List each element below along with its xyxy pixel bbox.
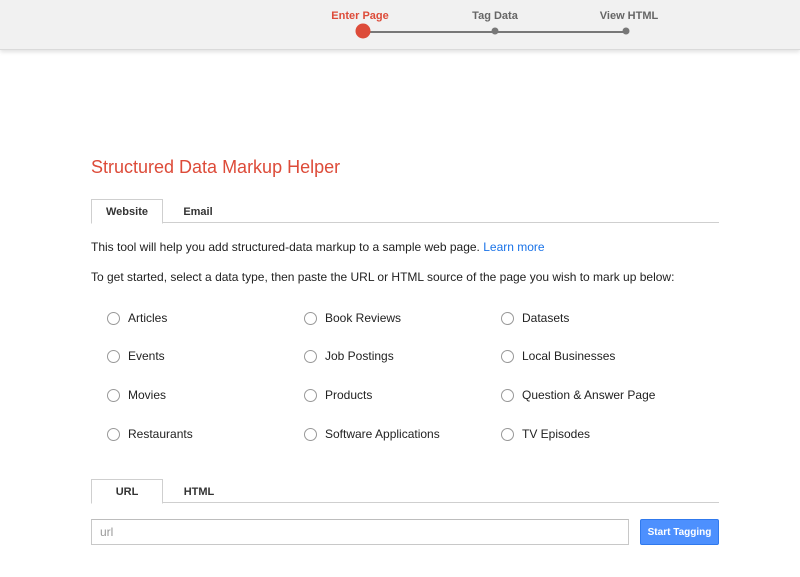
radio-label-restaurants: Restaurants [128,427,193,441]
radio-label-question-answer-page: Question & Answer Page [522,388,656,402]
radio-software-applications[interactable]: Software Applications [304,426,440,442]
start-tagging-button[interactable]: Start Tagging [640,519,719,545]
tab-url[interactable]: URL [91,479,163,504]
learn-more-link[interactable]: Learn more [483,240,544,254]
step-marker-enter-page [355,23,371,39]
radio-local-businesses[interactable]: Local Businesses [501,348,615,364]
radio-button-tv-episodes[interactable] [501,427,514,441]
radio-button-events[interactable] [107,349,120,363]
radio-products[interactable]: Products [304,387,372,403]
radio-label-events: Events [128,349,165,363]
progress-header: Enter Page Tag Data View HTML [0,0,800,50]
radio-button-software-applications[interactable] [304,427,317,441]
radio-button-question-answer-page[interactable] [501,388,514,402]
radio-movies[interactable]: Movies [107,387,166,403]
radio-label-movies: Movies [128,388,167,402]
instructions-text: To get started, select a data type, then… [91,270,675,284]
radio-events[interactable]: Events [107,348,165,364]
radio-label-book-reviews: Book Reviews [325,311,402,325]
tab-website[interactable]: Website [91,199,163,224]
radio-button-products[interactable] [304,388,317,402]
radio-articles[interactable]: Articles [107,310,167,326]
radio-label-articles: Articles [128,311,168,325]
radio-button-restaurants[interactable] [107,427,120,441]
radio-label-software-applications: Software Applications [325,427,440,441]
step-marker-view-html [622,27,630,35]
radio-label-local-businesses: Local Businesses [522,349,616,363]
radio-datasets[interactable]: Datasets [501,310,569,326]
page-title: Structured Data Markup Helper [91,157,341,177]
radio-book-reviews[interactable]: Book Reviews [304,310,401,326]
source-tabs: Website Email [91,199,719,224]
intro-text-body: This tool will help you add structured-d… [91,240,484,254]
radio-button-datasets[interactable] [501,311,514,325]
radio-restaurants[interactable]: Restaurants [107,426,193,442]
radio-label-job-postings: Job Postings [325,349,394,363]
intro-text: This tool will help you add structured-d… [91,240,545,254]
radio-button-book-reviews[interactable] [304,311,317,325]
radio-button-local-businesses[interactable] [501,349,514,363]
step-label-enter-page: Enter Page [331,10,389,22]
input-tabs: URL HTML [91,479,719,504]
step-marker-tag-data [491,27,499,35]
radio-button-articles[interactable] [107,311,120,325]
radio-label-tv-episodes: TV Episodes [522,427,591,441]
radio-label-datasets: Datasets [522,311,570,325]
radio-job-postings[interactable]: Job Postings [304,348,394,364]
tab-email[interactable]: Email [169,199,227,224]
radio-tv-episodes[interactable]: TV Episodes [501,426,590,442]
step-label-tag-data: Tag Data [472,10,518,22]
tab-html[interactable]: HTML [171,479,227,504]
url-input[interactable] [91,519,629,545]
radio-question-answer-page[interactable]: Question & Answer Page [501,387,655,403]
step-label-view-html: View HTML [599,10,659,22]
radio-button-movies[interactable] [107,388,120,402]
radio-button-job-postings[interactable] [304,349,317,363]
radio-label-products: Products [325,388,373,402]
